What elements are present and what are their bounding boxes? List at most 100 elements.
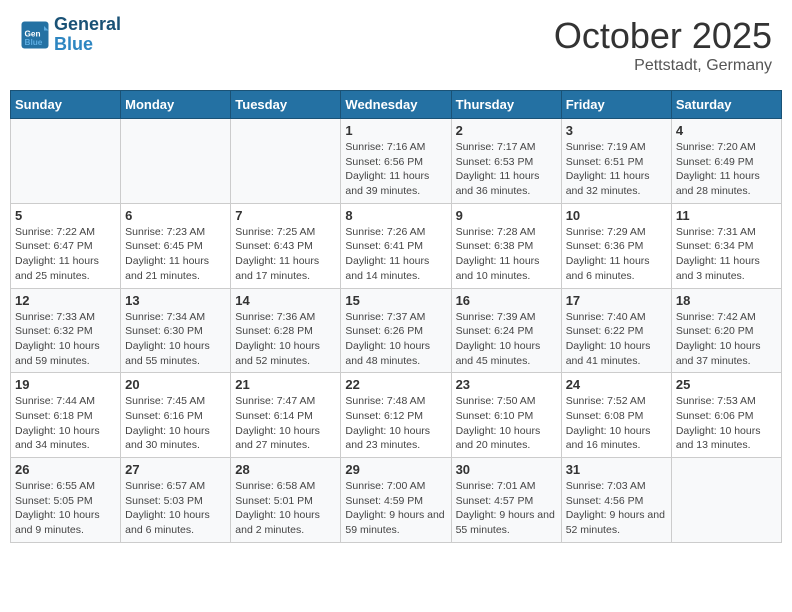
day-info: Sunset: 6:43 PM [235, 239, 336, 254]
month-title: October 2025 [554, 15, 772, 57]
day-info: Sunrise: 7:31 AM [676, 225, 777, 240]
header-thursday: Thursday [451, 91, 561, 119]
day-info: Daylight: 11 hours and 14 minutes. [345, 254, 446, 283]
day-info: Sunset: 6:47 PM [15, 239, 116, 254]
day-info: Daylight: 10 hours and 45 minutes. [456, 339, 557, 368]
day-info: Sunrise: 7:26 AM [345, 225, 446, 240]
day-info: Sunset: 6:53 PM [456, 155, 557, 170]
day-number: 29 [345, 462, 446, 477]
day-info: Daylight: 11 hours and 17 minutes. [235, 254, 336, 283]
calendar-week-row: 5 Sunrise: 7:22 AMSunset: 6:47 PM Daylight… [11, 203, 782, 288]
logo-text-line2: Blue [54, 35, 121, 55]
day-info: Sunset: 6:34 PM [676, 239, 777, 254]
day-info: Daylight: 10 hours and 37 minutes. [676, 339, 777, 368]
table-row [11, 119, 121, 204]
header-wednesday: Wednesday [341, 91, 451, 119]
day-info: Daylight: 9 hours and 59 minutes. [345, 508, 446, 537]
day-info: Daylight: 10 hours and 20 minutes. [456, 424, 557, 453]
table-row: 13Sunrise: 7:34 AMSunset: 6:30 PMDayligh… [121, 288, 231, 373]
table-row: 1Sunrise: 7:16 AMSunset: 6:56 PMDaylight… [341, 119, 451, 204]
day-info: Sunset: 6:18 PM [15, 409, 116, 424]
day-number: 27 [125, 462, 226, 477]
table-row: 24Sunrise: 7:52 AMSunset: 6:08 PMDayligh… [561, 373, 671, 458]
table-row: 9Sunrise: 7:28 AMSunset: 6:38 PMDaylight… [451, 203, 561, 288]
day-info: Daylight: 10 hours and 52 minutes. [235, 339, 336, 368]
day-number: 7 [235, 208, 336, 223]
day-number: 18 [676, 293, 777, 308]
day-info: Sunrise: 7:16 AM [345, 140, 446, 155]
header-tuesday: Tuesday [231, 91, 341, 119]
day-number: 12 [15, 293, 116, 308]
day-info: Sunrise: 7:53 AM [676, 394, 777, 409]
day-info: Sunrise: 7:28 AM [456, 225, 557, 240]
day-info: Sunrise: 7:29 AM [566, 225, 667, 240]
day-info: Sunset: 6:06 PM [676, 409, 777, 424]
day-info: Daylight: 10 hours and 30 minutes. [125, 424, 226, 453]
calendar-week-row: 1Sunrise: 7:16 AMSunset: 6:56 PMDaylight… [11, 119, 782, 204]
svg-text:Blue: Blue [25, 38, 43, 47]
day-info: Daylight: 10 hours and 23 minutes. [345, 424, 446, 453]
day-info: Daylight: 10 hours and 55 minutes. [125, 339, 226, 368]
table-row: 22Sunrise: 7:48 AMSunset: 6:12 PMDayligh… [341, 373, 451, 458]
day-info: Sunset: 6:45 PM [125, 239, 226, 254]
day-info: Sunrise: 7:22 AM [15, 225, 116, 240]
day-info: Sunrise: 6:58 AM [235, 479, 336, 494]
day-info: Sunset: 5:05 PM [15, 494, 116, 509]
day-info: Sunset: 6:08 PM [566, 409, 667, 424]
day-info: Sunset: 6:28 PM [235, 324, 336, 339]
day-number: 17 [566, 293, 667, 308]
table-row: 11Sunrise: 7:31 AMSunset: 6:34 PMDayligh… [671, 203, 781, 288]
day-info: Sunrise: 7:25 AM [235, 225, 336, 240]
day-info: Sunset: 6:16 PM [125, 409, 226, 424]
day-info: Sunrise: 7:47 AM [235, 394, 336, 409]
day-info: Sunset: 4:59 PM [345, 494, 446, 509]
day-number: 21 [235, 377, 336, 392]
day-info: Daylight: 10 hours and 34 minutes. [15, 424, 116, 453]
table-row: 31Sunrise: 7:03 AMSunset: 4:56 PMDayligh… [561, 458, 671, 543]
day-info: Daylight: 11 hours and 36 minutes. [456, 169, 557, 198]
day-info: Sunset: 6:20 PM [676, 324, 777, 339]
calendar-body: 1Sunrise: 7:16 AMSunset: 6:56 PMDaylight… [11, 119, 782, 543]
day-number: 19 [15, 377, 116, 392]
day-info: Daylight: 10 hours and 2 minutes. [235, 508, 336, 537]
table-row: 19Sunrise: 7:44 AMSunset: 6:18 PMDayligh… [11, 373, 121, 458]
day-number: 23 [456, 377, 557, 392]
table-row: 5Sunrise: 7:22 AMSunset: 6:47 PMDaylight… [11, 203, 121, 288]
table-row: 17Sunrise: 7:40 AMSunset: 6:22 PMDayligh… [561, 288, 671, 373]
table-row: 3Sunrise: 7:19 AMSunset: 6:51 PMDaylight… [561, 119, 671, 204]
header-saturday: Saturday [671, 91, 781, 119]
day-number: 28 [235, 462, 336, 477]
day-number: 15 [345, 293, 446, 308]
day-info: Sunset: 6:26 PM [345, 324, 446, 339]
table-row: 16Sunrise: 7:39 AMSunset: 6:24 PMDayligh… [451, 288, 561, 373]
day-info: Sunset: 6:32 PM [15, 324, 116, 339]
day-number: 30 [456, 462, 557, 477]
location-label: Pettstadt, Germany [554, 57, 772, 75]
table-row: 25Sunrise: 7:53 AMSunset: 6:06 PMDayligh… [671, 373, 781, 458]
day-info: Sunset: 6:41 PM [345, 239, 446, 254]
day-number: 14 [235, 293, 336, 308]
table-row: 20Sunrise: 7:45 AMSunset: 6:16 PMDayligh… [121, 373, 231, 458]
day-number: 26 [15, 462, 116, 477]
day-info: Sunset: 6:22 PM [566, 324, 667, 339]
table-row: 10Sunrise: 7:29 AMSunset: 6:36 PMDayligh… [561, 203, 671, 288]
day-info: Daylight: 11 hours and 28 minutes. [676, 169, 777, 198]
day-number: 25 [676, 377, 777, 392]
table-row: 15Sunrise: 7:37 AMSunset: 6:26 PMDayligh… [341, 288, 451, 373]
day-number: 5 [15, 208, 116, 223]
table-row [671, 458, 781, 543]
day-info: Daylight: 11 hours and 10 minutes. [456, 254, 557, 283]
day-info: Sunset: 6:51 PM [566, 155, 667, 170]
day-number: 11 [676, 208, 777, 223]
day-info: Sunrise: 7:36 AM [235, 310, 336, 325]
day-info: Sunset: 5:03 PM [125, 494, 226, 509]
day-number: 13 [125, 293, 226, 308]
day-number: 3 [566, 123, 667, 138]
day-info: Sunrise: 7:01 AM [456, 479, 557, 494]
day-number: 6 [125, 208, 226, 223]
day-info: Daylight: 11 hours and 32 minutes. [566, 169, 667, 198]
calendar-week-row: 26Sunrise: 6:55 AMSunset: 5:05 PMDayligh… [11, 458, 782, 543]
day-number: 9 [456, 208, 557, 223]
day-info: Daylight: 10 hours and 9 minutes. [15, 508, 116, 537]
day-info: Sunset: 6:49 PM [676, 155, 777, 170]
